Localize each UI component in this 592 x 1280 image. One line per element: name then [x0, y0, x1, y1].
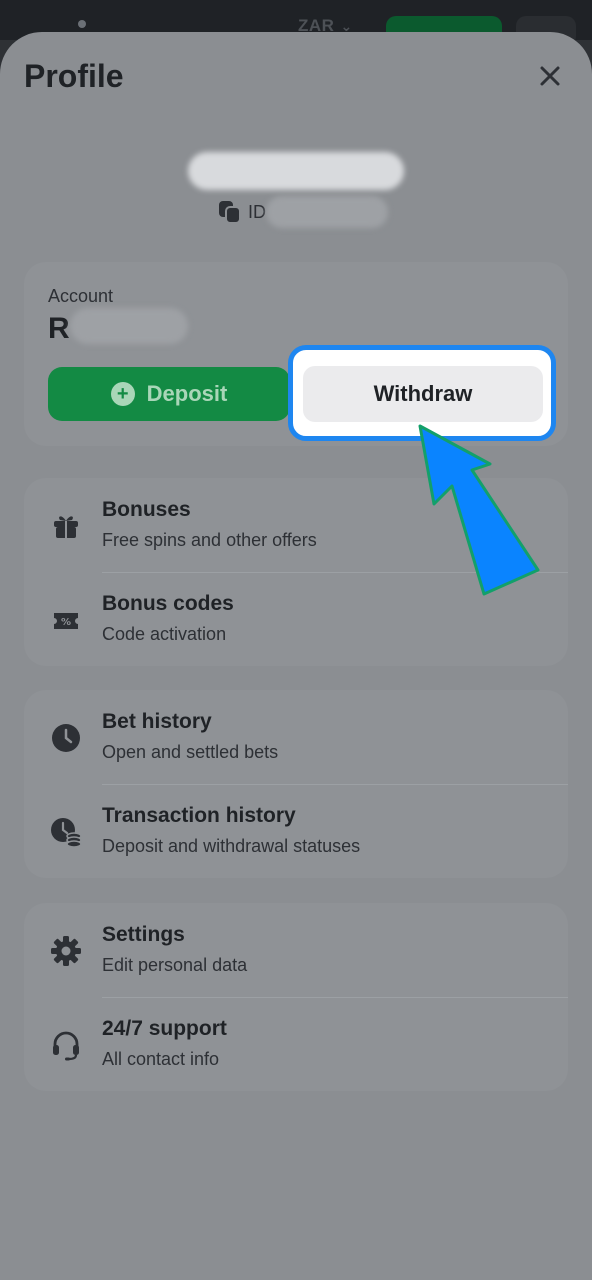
- menu-item-subtitle: All contact info: [102, 1049, 220, 1069]
- menu-item-transaction-history[interactable]: Transaction history Deposit and withdraw…: [24, 784, 568, 878]
- menu-item-bet-history[interactable]: Bet history Open and settled bets: [24, 690, 568, 785]
- withdraw-button[interactable]: Withdraw: [303, 366, 543, 422]
- menu-item-support[interactable]: 24/7 support All contact info: [24, 997, 568, 1091]
- clock-coins-icon: [51, 818, 82, 848]
- menu-item-title: Bet history: [102, 710, 212, 733]
- svg-text:%: %: [61, 617, 71, 628]
- menu-item-subtitle: Free spins and other offers: [102, 530, 317, 550]
- gear-icon: [51, 936, 81, 966]
- menu-item-title: Bonuses: [102, 498, 191, 521]
- deposit-label: Deposit: [146, 381, 228, 406]
- coupon-icon: %: [54, 613, 78, 629]
- page-title: Profile: [24, 58, 124, 94]
- headset-icon: [53, 1031, 79, 1061]
- menu-item-subtitle: Code activation: [102, 624, 227, 644]
- clock-icon: [52, 724, 80, 752]
- user-id-redacted: [266, 196, 388, 228]
- withdraw-label: Withdraw: [373, 381, 473, 406]
- copy-icon[interactable]: [218, 200, 242, 224]
- menu-item-title: Transaction history: [102, 804, 296, 827]
- plus-icon: +: [110, 382, 135, 406]
- menu-item-title: Bonus codes: [102, 592, 234, 615]
- profile-sheet: Profile ID Account R + Deposit Bonuses F…: [0, 32, 592, 1280]
- account-label: Account: [48, 286, 114, 306]
- menu-item-title: 24/7 support: [102, 1017, 227, 1040]
- deposit-button[interactable]: + Deposit: [48, 367, 290, 421]
- menu-item-subtitle: Open and settled bets: [102, 742, 279, 762]
- username-redacted: [188, 152, 404, 190]
- id-label: ID: [248, 201, 266, 222]
- gift-icon: [54, 516, 78, 538]
- settings-menu-card: Settings Edit personal data 24/7 support…: [24, 903, 568, 1091]
- user-id-row[interactable]: ID: [218, 200, 266, 224]
- menu-item-settings[interactable]: Settings Edit personal data: [24, 903, 568, 998]
- menu-item-title: Settings: [102, 923, 185, 946]
- balance-redacted: [70, 308, 188, 344]
- balance-currency: R: [48, 312, 70, 345]
- menu-item-subtitle: Deposit and withdrawal statuses: [102, 836, 361, 856]
- close-icon[interactable]: [536, 62, 564, 90]
- menu-item-subtitle: Edit personal data: [102, 955, 248, 975]
- status-dot-icon: [78, 20, 86, 28]
- history-menu-card: Bet history Open and settled bets Transa…: [24, 690, 568, 878]
- pointer-arrow-icon: [418, 424, 540, 596]
